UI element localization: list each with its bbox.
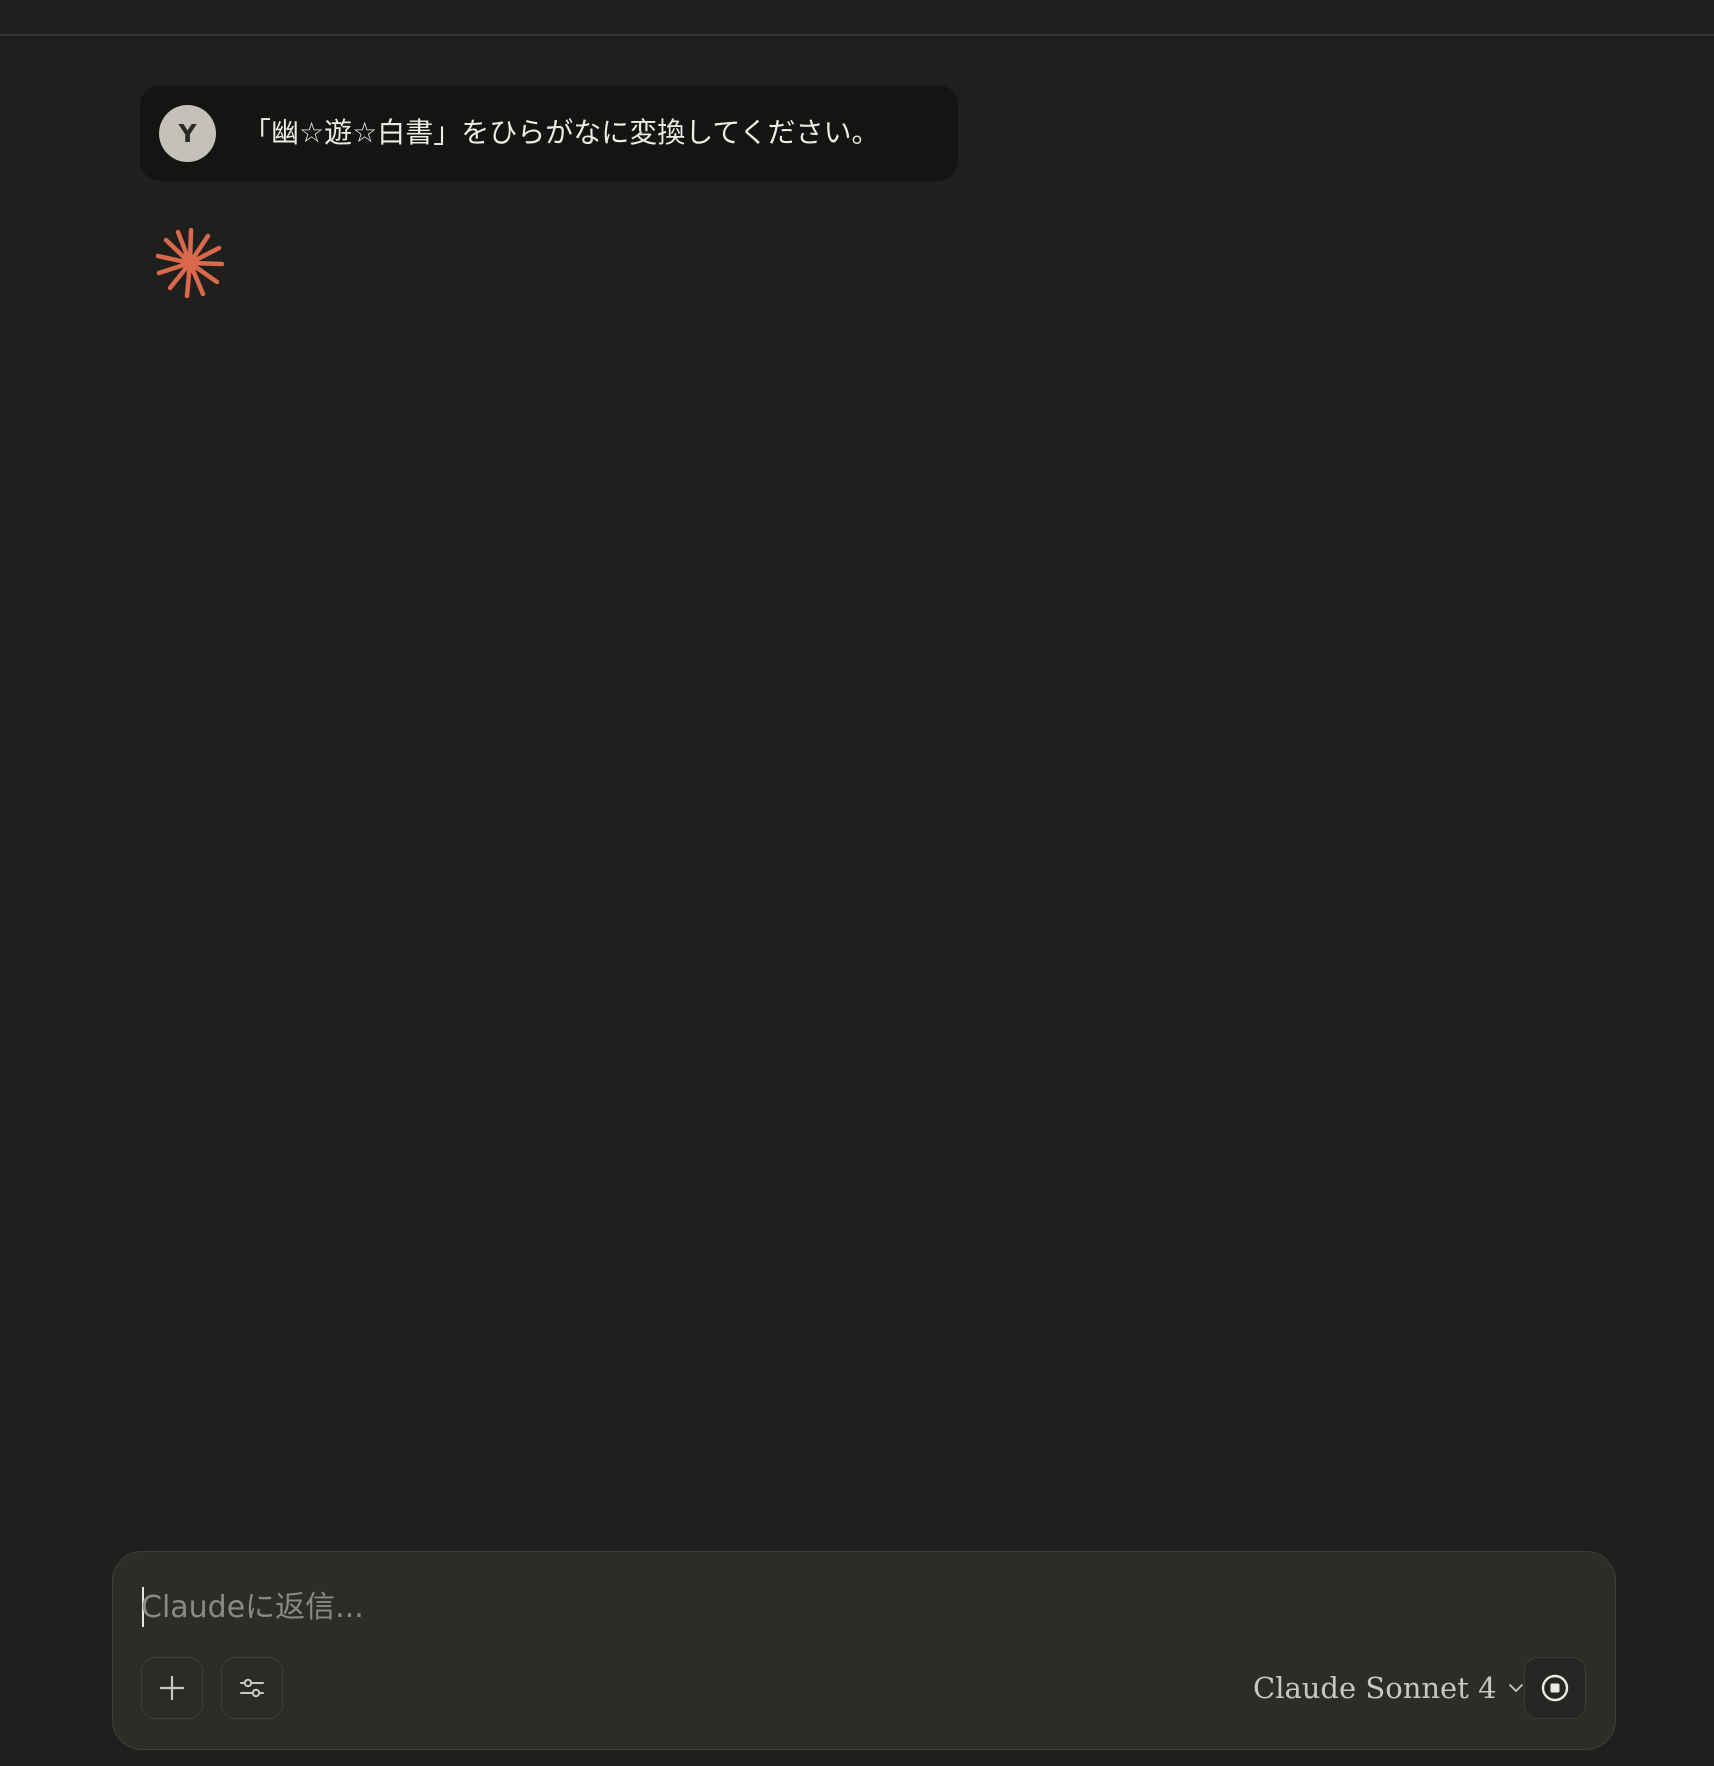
message-composer: Claude Sonnet 4 [112, 1551, 1616, 1750]
reply-input[interactable] [141, 1586, 1341, 1630]
header-divider [0, 34, 1714, 36]
claude-spark-icon [155, 228, 225, 298]
user-avatar[interactable]: Y [159, 105, 216, 162]
model-label: Claude Sonnet 4 [1253, 1671, 1497, 1705]
sliders-icon [240, 1678, 264, 1698]
user-message-text: 「幽☆遊☆白書」をひらがなに変換してください。 [243, 116, 880, 149]
chat-window: Y 「幽☆遊☆白書」をひらがなに変換してください。 Claudeに返信... C… [0, 0, 1714, 1766]
tools-button[interactable] [221, 1657, 283, 1719]
stop-button[interactable] [1524, 1657, 1586, 1719]
chevron-down-icon [1507, 1679, 1525, 1697]
plus-icon [159, 1675, 185, 1701]
add-button[interactable] [141, 1657, 203, 1719]
stop-icon [1541, 1674, 1569, 1702]
user-message: Y 「幽☆遊☆白書」をひらがなに変換してください。 [140, 85, 958, 181]
model-selector[interactable]: Claude Sonnet 4 [1253, 1664, 1525, 1712]
